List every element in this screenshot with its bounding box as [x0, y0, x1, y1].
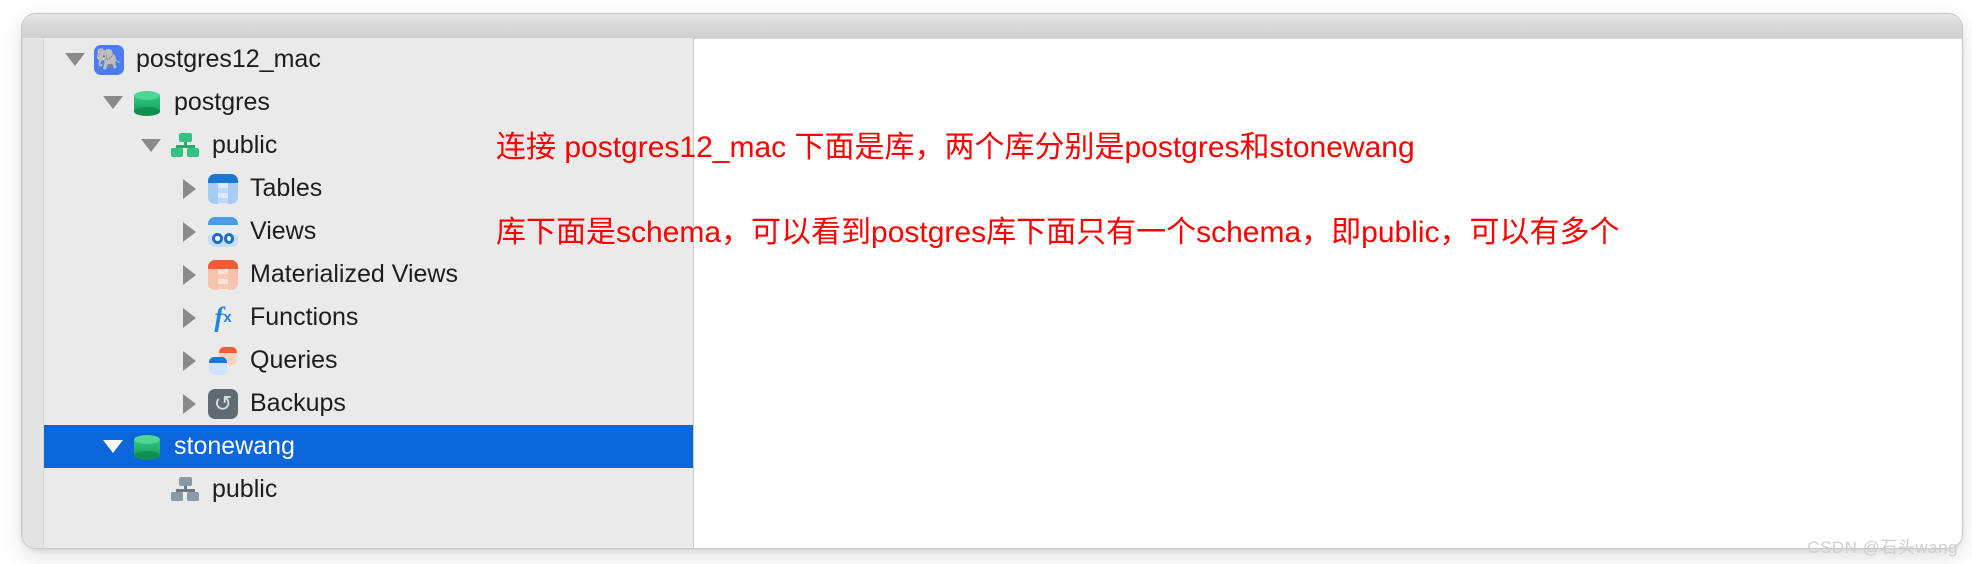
watermark: CSDN @石头wang	[1807, 538, 1958, 557]
tree-item-materialized-views[interactable]: Materialized Views	[44, 253, 693, 296]
annotation-line-1: 连接 postgres12_mac 下面是库，两个库分别是postgres和st…	[496, 131, 1415, 164]
chevron-right-icon[interactable]	[176, 296, 202, 339]
tree-item-backups[interactable]: ↺ Backups	[44, 382, 693, 425]
tree-item-label: stonewang	[174, 432, 295, 460]
tree-item-label: postgres	[174, 88, 270, 116]
tree-item-postgres12_mac[interactable]: 🐘 postgres12_mac	[44, 38, 693, 81]
tree-item-label: Views	[250, 217, 317, 245]
tree-item-label: Tables	[250, 174, 323, 202]
tree-item-label: Materialized Views	[250, 260, 458, 288]
views-icon	[208, 216, 238, 247]
tree-item-label: public	[212, 475, 278, 503]
schema-icon	[170, 475, 200, 505]
chevron-right-icon[interactable]	[176, 382, 202, 425]
database-icon	[132, 432, 162, 462]
annotation-line-2: 库下面是schema，可以看到postgres库下面只有一个schema，即pu…	[496, 216, 1620, 249]
tree-item-label: postgres12_mac	[136, 45, 321, 73]
sidebar-gutter	[23, 38, 44, 548]
backups-icon: ↺	[208, 388, 238, 419]
chevron-right-icon[interactable]	[176, 253, 202, 296]
tree-item-label: Functions	[250, 303, 359, 331]
object-browser-sidebar[interactable]: 🐘 postgres12_mac postgres public Tables Views…	[22, 38, 693, 548]
tree-item-functions[interactable]: f x Functions	[44, 296, 693, 339]
chevron-right-icon[interactable]	[176, 210, 202, 253]
schema-icon	[170, 131, 200, 161]
chevron-down-icon[interactable]	[138, 124, 164, 167]
chevron-right-icon[interactable]	[176, 339, 202, 382]
postgres-server-icon: 🐘	[94, 44, 124, 75]
chevron-down-icon[interactable]	[100, 425, 126, 468]
window-titlebar[interactable]	[22, 14, 1962, 39]
database-icon	[132, 88, 162, 118]
materialized-views-icon	[208, 259, 238, 290]
window-body: 🐘 postgres12_mac postgres public Tables Views…	[22, 38, 1962, 548]
functions-icon: fx	[214, 302, 232, 332]
chevron-down-icon[interactable]	[62, 38, 88, 81]
chevron-down-icon[interactable]	[100, 81, 126, 124]
screenshot-root: 🐘 postgres12_mac postgres public Tables Views…	[0, 0, 1972, 564]
application-window: 🐘 postgres12_mac postgres public Tables Views…	[22, 14, 1962, 548]
tree-item-public[interactable]: public	[44, 468, 693, 511]
tree-item-label: Backups	[250, 389, 346, 417]
tree-item-stonewang[interactable]: stonewang	[44, 425, 693, 468]
tables-icon	[208, 173, 238, 204]
content-pane[interactable]	[693, 38, 1962, 548]
tree-item-postgres[interactable]: postgres	[44, 81, 693, 124]
database-tree[interactable]: 🐘 postgres12_mac postgres public Tables Views…	[44, 38, 693, 511]
tree-item-tables[interactable]: Tables	[44, 167, 693, 210]
chevron-right-icon[interactable]	[176, 167, 202, 210]
tree-item-queries[interactable]: Queries	[44, 339, 693, 382]
queries-icon	[208, 346, 238, 376]
tree-item-label: public	[212, 131, 278, 159]
tree-item-label: Queries	[250, 346, 338, 374]
